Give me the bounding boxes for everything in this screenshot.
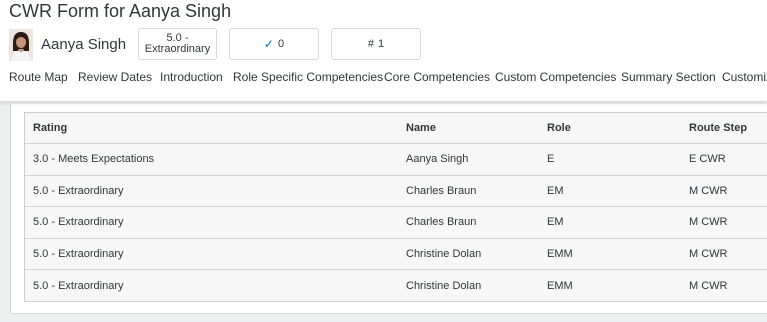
cell-rating: 5.0 - Extraordinary <box>33 216 124 229</box>
cell-route-step: M CWR <box>689 216 728 229</box>
header-route-step[interactable]: Route Step <box>689 113 747 143</box>
cell-rating: 5.0 - Extraordinary <box>33 248 124 261</box>
cell-rating: 3.0 - Meets Expectations <box>33 153 155 166</box>
cell-route-step: M CWR <box>689 279 728 292</box>
avatar-photo-icon <box>9 29 33 61</box>
cell-name: Charles Braun <box>406 216 477 229</box>
checks-tile[interactable]: ✓ 0 <box>229 28 319 60</box>
cell-route-step: E CWR <box>689 153 726 166</box>
cell-role: E <box>547 153 555 166</box>
cell-route-step: M CWR <box>689 184 728 197</box>
hash-icon: # <box>367 38 374 50</box>
route-map-panel: Rating Name Role Route Step 3.0 - Meets … <box>10 104 767 314</box>
rank-value: 1 <box>378 38 385 50</box>
table-row[interactable]: 5.0 - Extraordinary Christine Dolan EMM … <box>25 238 767 271</box>
route-map-table: Rating Name Role Route Step 3.0 - Meets … <box>24 112 767 302</box>
tab-review-dates[interactable]: Review Dates <box>78 70 152 84</box>
table-row[interactable]: 5.0 - Extraordinary Christine Dolan EMM … <box>25 270 767 302</box>
header-name[interactable]: Name <box>406 113 436 143</box>
tab-customize-truncated[interactable]: Customiz <box>722 70 767 84</box>
cell-role: EM <box>547 184 564 197</box>
table-row[interactable]: 5.0 - Extraordinary Charles Braun EM M C… <box>25 175 767 208</box>
cell-role: EMM <box>547 279 573 292</box>
table-row[interactable]: 3.0 - Meets Expectations Aanya Singh E E… <box>25 144 767 176</box>
checks-count: 0 <box>277 38 285 50</box>
cell-role: EMM <box>547 248 573 261</box>
page-header: CWR Form for Aanya Singh Aanya Singh 5.0… <box>0 0 767 101</box>
cell-name: Christine Dolan <box>406 248 482 261</box>
overall-rating-tile[interactable]: 5.0 - Extraordinary <box>138 28 217 60</box>
cell-name: Christine Dolan <box>406 279 482 292</box>
table-header-row: Rating Name Role Route Step <box>25 113 767 144</box>
tab-summary-section[interactable]: Summary Section <box>621 70 716 84</box>
tab-introduction[interactable]: Introduction <box>160 70 223 84</box>
tab-custom-competencies[interactable]: Custom Competencies <box>495 70 616 84</box>
header-rating[interactable]: Rating <box>33 113 67 143</box>
cell-rating: 5.0 - Extraordinary <box>33 279 124 292</box>
cell-role: EM <box>547 216 564 229</box>
cell-name: Aanya Singh <box>406 153 469 166</box>
tab-core-competencies[interactable]: Core Competencies <box>384 70 490 84</box>
tab-role-specific-competencies[interactable]: Role Specific Competencies <box>233 70 383 84</box>
overall-rating-value: 5.0 - Extraordinary <box>144 32 211 55</box>
checkmark-icon: ✓ <box>263 37 274 51</box>
page-title: CWR Form for Aanya Singh <box>9 1 232 21</box>
tab-route-map[interactable]: Route Map <box>9 70 68 84</box>
employee-name: Aanya Singh <box>41 36 127 53</box>
avatar[interactable] <box>9 29 33 61</box>
cell-route-step: M CWR <box>689 248 728 261</box>
cell-rating: 5.0 - Extraordinary <box>33 184 124 197</box>
header-role[interactable]: Role <box>547 113 571 143</box>
table-row[interactable]: 5.0 - Extraordinary Charles Braun EM M C… <box>25 207 767 239</box>
section-tab-bar: Route Map Review Dates Introduction Role… <box>0 70 767 86</box>
cell-name: Charles Braun <box>406 184 477 197</box>
rank-tile[interactable]: # 1 <box>331 28 421 60</box>
